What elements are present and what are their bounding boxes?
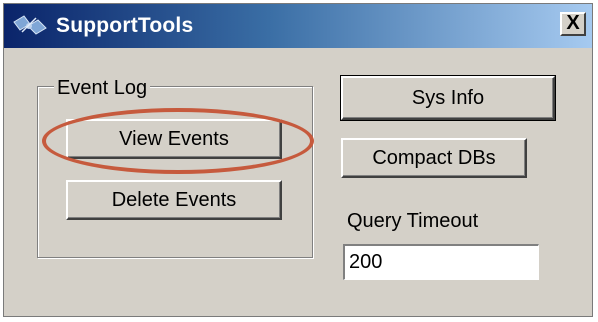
- satellite-icon: [13, 15, 47, 35]
- query-timeout-input[interactable]: [343, 244, 539, 280]
- sys-info-button[interactable]: Sys Info: [340, 75, 556, 121]
- highlight-annotation: [42, 108, 314, 174]
- supporttools-window: SupportTools X Event Log View Events Del…: [3, 3, 593, 317]
- window-title: SupportTools: [56, 14, 194, 37]
- event-log-group-label: Event Log: [54, 77, 151, 100]
- close-icon: X: [566, 12, 580, 34]
- compact-dbs-button[interactable]: Compact DBs: [341, 138, 527, 178]
- title-bar[interactable]: SupportTools X: [4, 4, 592, 48]
- delete-events-button[interactable]: Delete Events: [66, 180, 282, 220]
- query-timeout-label: Query Timeout: [347, 210, 479, 232]
- close-button[interactable]: X: [560, 12, 586, 36]
